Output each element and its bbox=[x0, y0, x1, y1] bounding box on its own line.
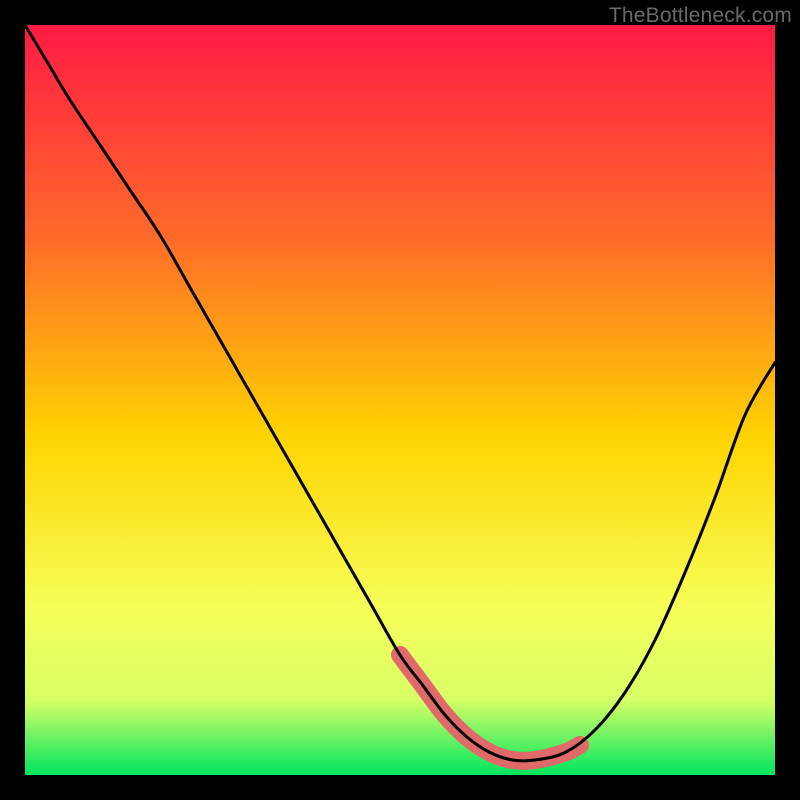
chart-plot-area bbox=[25, 25, 775, 775]
chart-frame: TheBottleneck.com bbox=[0, 0, 800, 800]
chart-svg bbox=[25, 25, 775, 775]
watermark-label: TheBottleneck.com bbox=[609, 4, 792, 28]
